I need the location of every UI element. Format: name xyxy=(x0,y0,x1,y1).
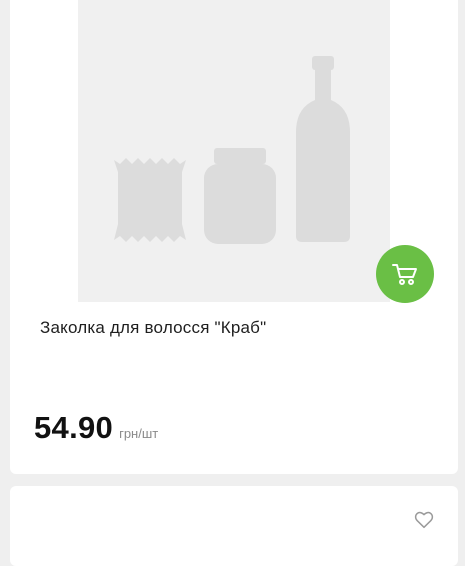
price-row: 54.90 грн/шт xyxy=(34,410,158,446)
product-title[interactable]: Заколка для волосся "Краб" xyxy=(40,318,266,338)
placeholder-products-icon xyxy=(114,56,350,244)
price-unit: грн/шт xyxy=(119,426,159,441)
favorite-button[interactable] xyxy=(413,509,435,531)
add-to-cart-button[interactable] xyxy=(376,245,434,303)
product-card[interactable]: Заколка для волосся "Краб" 54.90 грн/шт xyxy=(10,0,458,474)
shopping-cart-icon xyxy=(392,264,417,285)
product-image-placeholder[interactable] xyxy=(78,0,390,302)
product-price: 54.90 xyxy=(34,410,114,445)
product-card-next[interactable] xyxy=(10,486,458,566)
heart-outline-icon xyxy=(414,511,434,529)
